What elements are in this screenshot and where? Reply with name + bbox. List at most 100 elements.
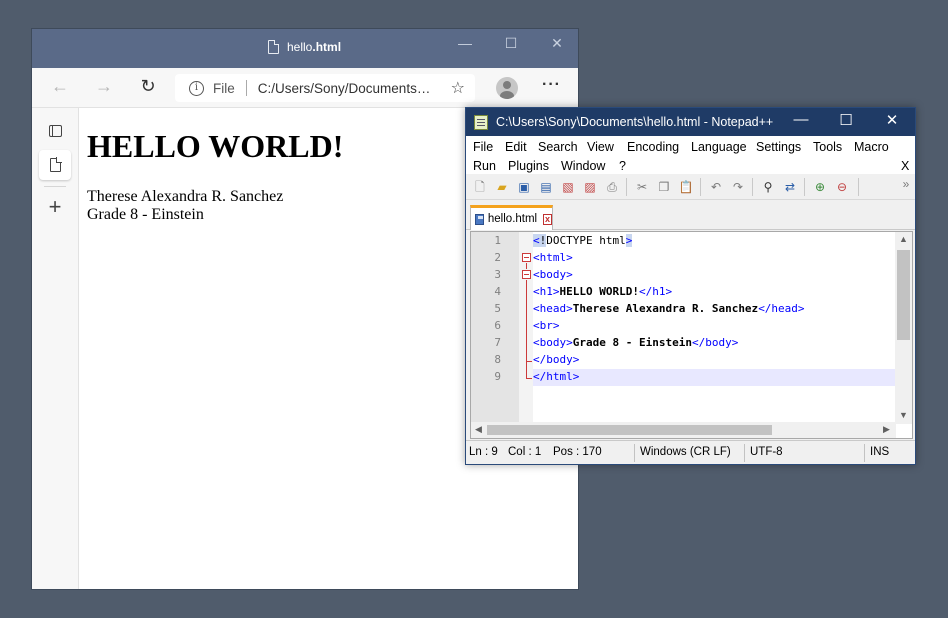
line-number: 1 — [494, 234, 501, 247]
cut-icon[interactable]: ✂ — [634, 179, 650, 195]
editor-area[interactable]: 1 2 3 4 5 6 7 8 9 <!DOCTYPE html> <html>… — [470, 231, 913, 439]
status-line: Ln : 9 — [469, 446, 498, 458]
sidebar-tab-hello-html[interactable] — [39, 150, 71, 180]
menu-view[interactable]: View — [587, 140, 614, 154]
content-line-name: Therese Alexandra R. Sanchez — [87, 188, 284, 205]
fold-end — [526, 361, 532, 362]
menu-encoding[interactable]: Encoding — [627, 140, 679, 154]
vertical-tabs-sidebar: + — [32, 108, 79, 589]
toolbar-separator — [700, 178, 701, 196]
save-all-icon[interactable]: ▤ — [538, 179, 554, 195]
scroll-right-icon[interactable]: ▶ — [883, 424, 890, 435]
horizontal-scroll-thumb[interactable] — [487, 425, 772, 435]
tab-hello-html[interactable]: hello.html x — [470, 205, 553, 230]
toolbar-separator — [626, 178, 627, 196]
toolbar-overflow-icon[interactable]: » — [898, 176, 914, 192]
new-file-icon[interactable]: 🗋 — [472, 179, 488, 195]
notepadpp-title: C:\Users\Sony\Documents\hello.html - Not… — [496, 115, 774, 129]
address-bar[interactable]: i File C:/Users/Sony/Documents/hello.htm… — [175, 74, 475, 102]
menu-window[interactable]: Window — [561, 159, 605, 173]
open-file-icon[interactable]: ▰ — [494, 179, 510, 195]
replace-icon[interactable]: ⇄ — [782, 179, 798, 195]
back-arrow-icon[interactable]: ← — [48, 76, 72, 97]
maximize-icon[interactable]: ☐ — [831, 111, 861, 129]
scroll-down-icon[interactable]: ▼ — [899, 410, 908, 420]
current-line-highlight — [533, 369, 896, 386]
menu-settings[interactable]: Settings — [756, 140, 801, 154]
toolbar: 🗋 ▰ ▣ ▤ ▧ ▨ ⎙ ✂ ❐ 📋 ↶ ↷ ⚲ ⇄ ⊕ ⊖ » — [466, 174, 915, 200]
disk-icon — [475, 213, 484, 225]
status-divider — [634, 444, 635, 462]
close-icon[interactable]: ✕ — [542, 35, 572, 52]
code-line-7: <body>Grade 8 - Einstein</body> — [533, 336, 739, 349]
menu-edit[interactable]: Edit — [505, 140, 527, 154]
scroll-up-icon[interactable]: ▲ — [899, 234, 908, 244]
close-all-icon[interactable]: ▨ — [582, 179, 598, 195]
scroll-left-icon[interactable]: ◀ — [475, 424, 482, 435]
new-tab-button[interactable]: + — [39, 192, 71, 222]
forward-arrow-icon[interactable]: → — [92, 76, 116, 97]
fold-marker-icon[interactable] — [522, 253, 531, 262]
print-icon[interactable]: ⎙ — [604, 179, 620, 195]
paste-icon[interactable]: 📋 — [678, 179, 694, 195]
undo-icon[interactable]: ↶ — [708, 179, 724, 195]
code-line-6: <br> — [533, 319, 560, 332]
line-number: 5 — [494, 302, 501, 315]
menu-file[interactable]: File — [473, 140, 493, 154]
menu-search[interactable]: Search — [538, 140, 578, 154]
refresh-icon[interactable]: ↻ — [136, 76, 160, 97]
save-icon[interactable]: ▣ — [516, 179, 532, 195]
menu-run[interactable]: Run — [473, 159, 496, 173]
maximize-icon[interactable]: ☐ — [496, 35, 526, 52]
toolbar-separator — [858, 178, 859, 196]
close-file-icon[interactable]: ▧ — [560, 179, 576, 195]
info-icon[interactable]: i — [189, 80, 204, 96]
menu-plugins[interactable]: Plugins — [508, 159, 549, 173]
line-number: 3 — [494, 268, 501, 281]
status-divider — [744, 444, 745, 462]
vertical-scrollbar[interactable]: ▲ ▼ — [895, 232, 912, 424]
favorite-star-icon[interactable]: ☆ — [451, 78, 465, 98]
menu-language[interactable]: Language — [691, 140, 747, 154]
browser-tab[interactable]: hello.html — [268, 40, 341, 54]
code-line-2: <html> — [533, 251, 573, 264]
copy-icon[interactable]: ❐ — [656, 179, 672, 195]
status-encoding[interactable]: UTF-8 — [750, 446, 783, 458]
minimize-icon[interactable]: — — [450, 35, 480, 51]
status-bar: Ln : 9 Col : 1 Pos : 170 Windows (CR LF)… — [466, 440, 915, 464]
status-divider — [864, 444, 865, 462]
address-url[interactable]: C:/Users/Sony/Documents/hello.html — [258, 81, 434, 96]
zoom-in-icon[interactable]: ⊕ — [812, 179, 828, 195]
toolbar-separator — [804, 178, 805, 196]
menu-help[interactable]: ? — [619, 159, 626, 173]
status-insert-mode[interactable]: INS — [870, 446, 889, 458]
fold-line — [526, 263, 527, 269]
content-line-grade: Grade 8 - Einstein — [87, 206, 204, 223]
more-options-icon[interactable]: ··· — [542, 76, 561, 94]
code-line-8: </body> — [533, 353, 580, 366]
document-tabs: hello.html x — [466, 200, 915, 230]
redo-icon[interactable]: ↷ — [730, 179, 746, 195]
close-icon[interactable]: ✕ — [877, 111, 907, 129]
line-number: 2 — [494, 251, 501, 264]
tab-actions-button[interactable] — [39, 116, 71, 146]
notepad-logo-icon — [474, 115, 488, 130]
vertical-scroll-thumb[interactable] — [897, 250, 910, 340]
close-document-button[interactable]: X — [901, 159, 909, 173]
line-number: 6 — [494, 319, 501, 332]
status-column: Col : 1 — [508, 446, 542, 458]
minimize-icon[interactable]: — — [786, 111, 816, 128]
menu-tools[interactable]: Tools — [813, 140, 842, 154]
tabs-icon — [48, 125, 62, 137]
zoom-out-icon[interactable]: ⊖ — [834, 179, 850, 195]
status-eol[interactable]: Windows (CR LF) — [640, 446, 731, 458]
horizontal-scrollbar[interactable]: ◀ ▶ — [471, 422, 896, 438]
profile-avatar-icon[interactable] — [496, 77, 518, 99]
fold-line — [526, 280, 527, 379]
fold-marker-icon[interactable] — [522, 270, 531, 279]
menu-macro[interactable]: Macro — [854, 140, 889, 154]
tab-close-icon[interactable]: x — [543, 213, 552, 225]
find-icon[interactable]: ⚲ — [760, 179, 776, 195]
address-divider — [245, 80, 247, 96]
page-heading: HELLO WORLD! — [87, 128, 344, 164]
